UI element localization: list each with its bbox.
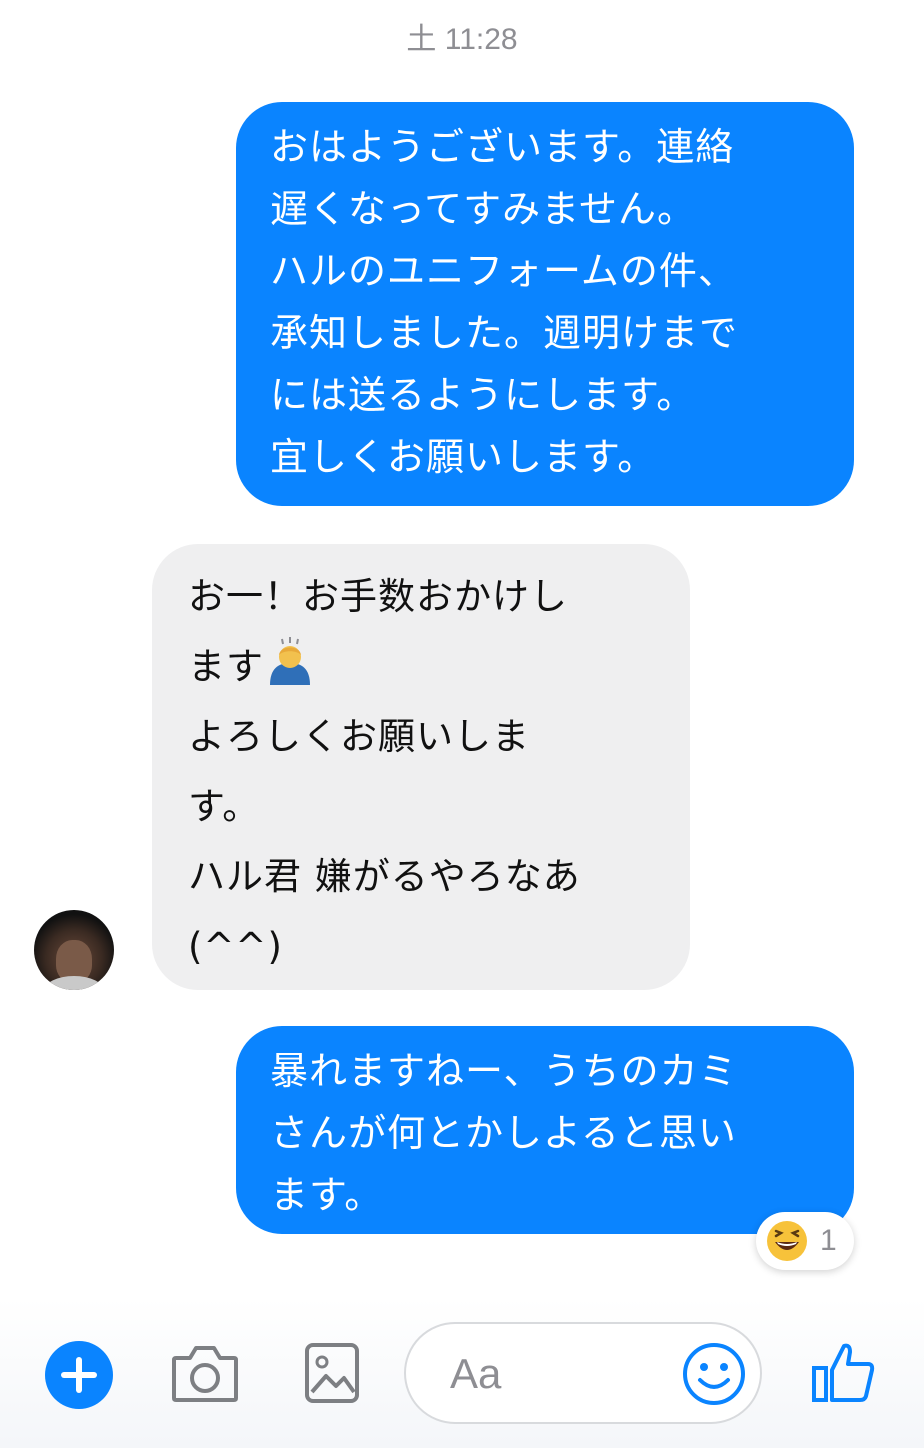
- gallery-icon[interactable]: [304, 1342, 360, 1404]
- incoming-message-bubble[interactable]: お一！お手数おかけし ます よろしくお願いしま す。 ハル君 嫌がるやろなあ (…: [152, 544, 690, 990]
- message-text: ます: [188, 645, 264, 688]
- reaction-count: 1: [820, 1224, 837, 1257]
- message-text: お一！お手数おかけし: [188, 575, 568, 618]
- contact-avatar[interactable]: [34, 910, 114, 990]
- smiley-icon[interactable]: [682, 1342, 746, 1406]
- plus-icon[interactable]: [44, 1340, 114, 1410]
- outgoing-message-bubble[interactable]: 暴れますねー、うちのカミ さんが何とかしよると思い ます。: [236, 1026, 854, 1234]
- message-timestamp: 土 11:28: [406, 23, 518, 56]
- message-input[interactable]: Aa: [404, 1322, 762, 1424]
- message-reaction[interactable]: 1: [756, 1212, 854, 1270]
- message-text: よろしくお願いしま す。 ハル君 嫌がるやろなあ (^^): [188, 715, 581, 968]
- thumbs-up-icon[interactable]: [810, 1340, 876, 1404]
- laughing-emoji: [767, 1221, 807, 1261]
- camera-icon[interactable]: [170, 1342, 240, 1404]
- outgoing-message-bubble[interactable]: おはようございます。連絡 遅くなってすみません。 ハルのユニフォームの件、 承知…: [236, 102, 854, 506]
- message-input-placeholder: Aa: [450, 1350, 502, 1397]
- person-bowing-emoji: [270, 637, 310, 685]
